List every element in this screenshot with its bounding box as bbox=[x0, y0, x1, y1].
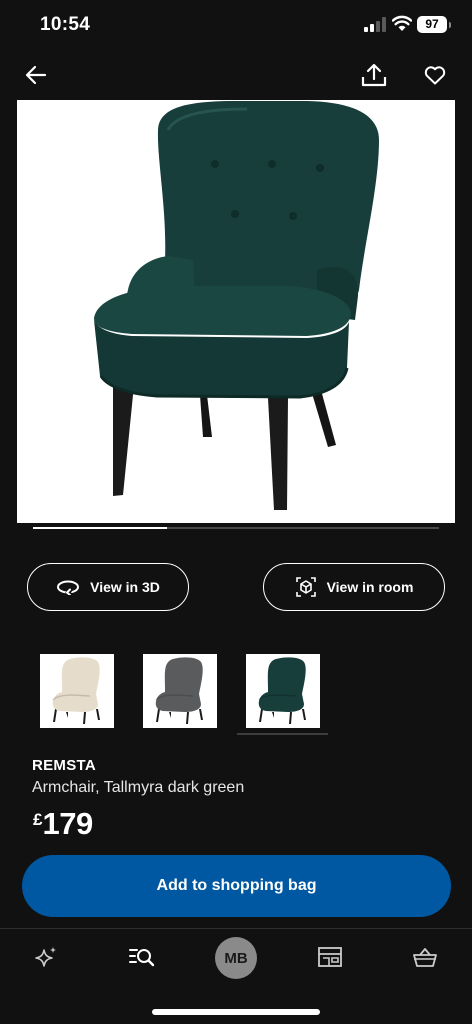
variant-thumbnail-grey[interactable] bbox=[143, 654, 217, 728]
armchair-photo bbox=[94, 101, 379, 510]
product-name: REMSTA bbox=[32, 757, 97, 774]
price-currency: £ bbox=[33, 810, 43, 829]
view-in-room-label: View in room bbox=[326, 579, 414, 595]
gallery-progress-fill bbox=[33, 527, 167, 529]
status-time: 10:54 bbox=[40, 14, 91, 35]
armchair-thumbnail-icon bbox=[258, 657, 306, 724]
nav-inspiration-button[interactable] bbox=[26, 940, 66, 974]
favourite-button[interactable] bbox=[417, 57, 453, 93]
price-amount: 179 bbox=[42, 806, 93, 841]
search-list-icon bbox=[129, 949, 155, 967]
view-in-3d-label: View in 3D bbox=[90, 579, 160, 595]
status-bar: 10:54 97 bbox=[0, 0, 472, 52]
armchair-thumbnail-icon bbox=[52, 657, 100, 724]
nav-search-button[interactable] bbox=[122, 940, 162, 974]
cellular-signal-icon bbox=[364, 17, 386, 32]
heart-icon bbox=[424, 66, 446, 85]
share-button[interactable] bbox=[356, 57, 392, 93]
product-image[interactable] bbox=[17, 100, 455, 523]
back-button[interactable] bbox=[18, 57, 54, 93]
home-indicator bbox=[152, 1009, 320, 1015]
wifi-icon bbox=[392, 15, 412, 31]
battery-indicator: 97 bbox=[417, 16, 451, 33]
nav-basket-button[interactable] bbox=[405, 940, 445, 974]
product-price: £179 bbox=[33, 806, 93, 842]
share-icon bbox=[361, 63, 387, 87]
arrow-left-icon bbox=[25, 65, 47, 85]
view-in-3d-button[interactable]: View in 3D bbox=[27, 563, 189, 611]
gallery-progress bbox=[33, 527, 439, 529]
bottom-nav-divider bbox=[0, 928, 472, 929]
view-in-room-button[interactable]: View in room bbox=[263, 563, 445, 611]
add-to-shopping-bag-button[interactable]: Add to shopping bag bbox=[22, 855, 451, 917]
top-bar bbox=[0, 56, 472, 96]
armchair-thumbnail-icon bbox=[155, 657, 203, 724]
product-description: Armchair, Tallmyra dark green bbox=[32, 779, 245, 796]
sparkle-icon bbox=[35, 947, 56, 967]
basket-icon bbox=[413, 948, 437, 967]
ar-cube-icon bbox=[295, 577, 316, 597]
nav-store-button[interactable] bbox=[310, 940, 350, 974]
selected-variant-indicator bbox=[237, 733, 328, 735]
rotate-3d-icon bbox=[57, 580, 80, 595]
store-icon bbox=[318, 947, 342, 967]
variant-thumbnail-dark-green[interactable] bbox=[246, 654, 320, 728]
variant-thumbnail-beige[interactable] bbox=[40, 654, 114, 728]
nav-profile-avatar[interactable]: MB bbox=[215, 937, 257, 979]
